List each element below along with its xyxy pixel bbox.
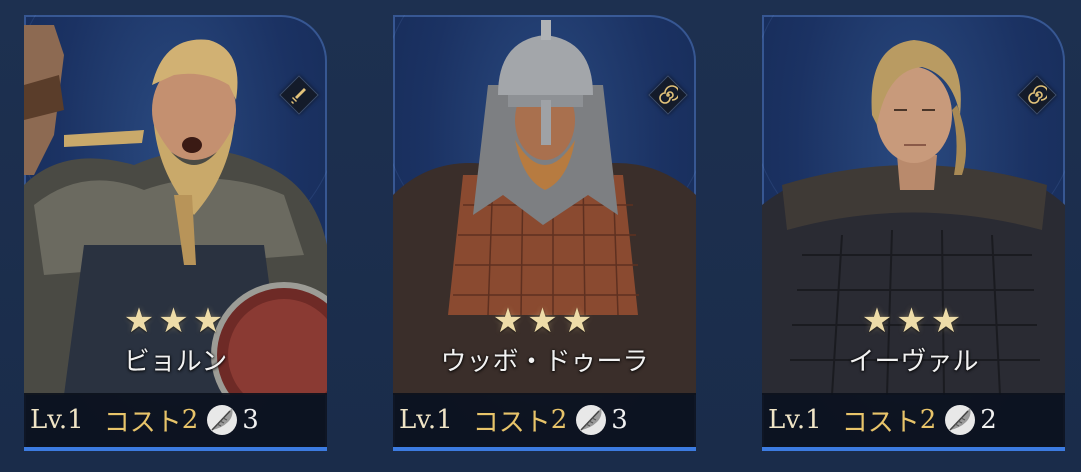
cost-value: 2 xyxy=(919,405,937,435)
cost-label: コスト xyxy=(103,407,182,438)
hero-name: ビョルン xyxy=(123,347,228,377)
hero-name: ウッボ・ドゥーラ xyxy=(440,347,649,377)
cost-value: 2 xyxy=(181,405,199,435)
card-bottom-line xyxy=(24,447,327,451)
unit-value: 3 xyxy=(242,405,259,435)
level-label: Lv.1 xyxy=(30,405,84,435)
unit-value: 3 xyxy=(611,405,628,435)
sword-icon xyxy=(291,88,306,104)
feather-icon xyxy=(207,405,238,435)
info-bar: Lv.1 コスト 2 3 xyxy=(393,393,696,447)
star-rating: ★★★ xyxy=(492,301,597,341)
spiral-icon xyxy=(1028,85,1047,104)
cost-label: コスト xyxy=(841,407,920,438)
info-bar: Lv.1 コスト 2 3 xyxy=(24,393,327,447)
cost-value: 2 xyxy=(550,405,568,435)
feather-icon xyxy=(576,405,607,435)
card-bottom-line xyxy=(393,447,696,451)
card-bottom-line xyxy=(762,447,1065,451)
hero-card-2[interactable]: ★★★ ウッボ・ドゥーラ Lv.1 コスト 2 3 xyxy=(393,15,696,451)
cost-label: コスト xyxy=(472,407,551,438)
hero-card-1[interactable]: ★★★ ビョルン Lv.1 コスト 2 3 xyxy=(24,15,327,451)
feather-icon xyxy=(945,405,976,435)
hero-name: イーヴァル xyxy=(848,347,979,377)
star-rating: ★★★ xyxy=(123,301,228,341)
spiral-icon xyxy=(659,85,678,104)
star-rating: ★★★ xyxy=(861,301,966,341)
unit-value: 2 xyxy=(980,405,997,435)
level-label: Lv.1 xyxy=(399,405,453,435)
level-label: Lv.1 xyxy=(768,405,822,435)
info-bar: Lv.1 コスト 2 2 xyxy=(762,393,1065,447)
hero-card-3[interactable]: ★★★ イーヴァル Lv.1 コスト 2 2 xyxy=(762,15,1065,451)
